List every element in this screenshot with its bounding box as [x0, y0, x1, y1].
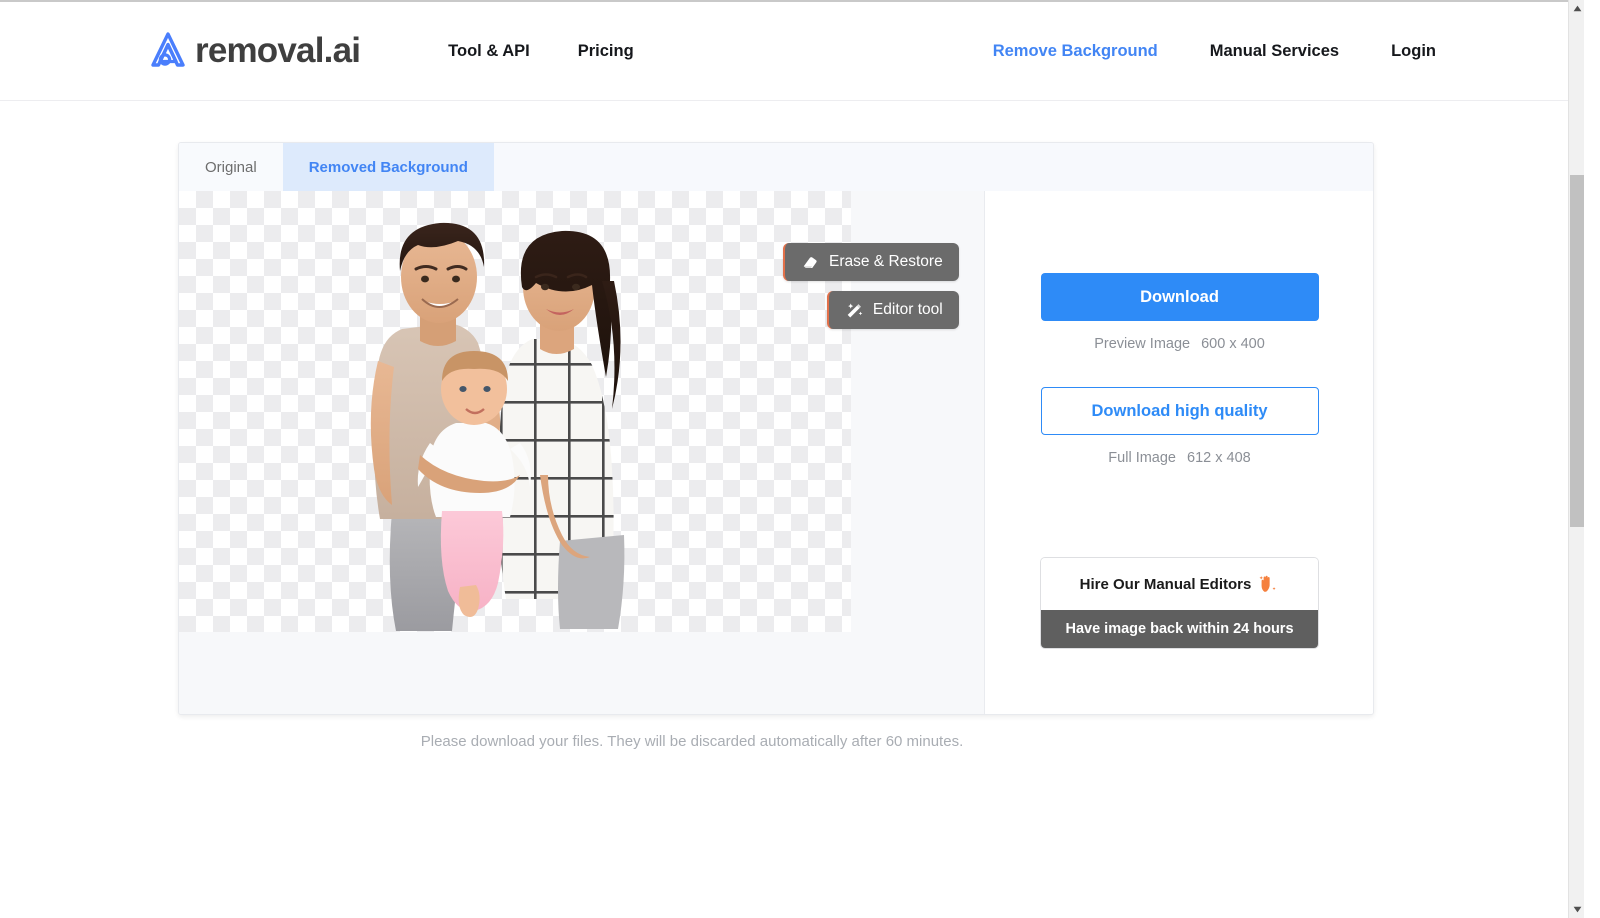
- secondary-nav: Remove Background Manual Services Login: [993, 42, 1436, 61]
- view-tabs: Original Removed Background: [179, 143, 1373, 191]
- download-panel: Download Preview Image 600 x 400 Downloa…: [985, 191, 1373, 714]
- editor-tool-label: Editor tool: [872, 301, 943, 318]
- preview-size-note: Preview Image 600 x 400: [1094, 336, 1265, 352]
- full-size-label: Full Image: [1108, 450, 1176, 466]
- nav-item-manual-services[interactable]: Manual Services: [1210, 42, 1339, 61]
- page-scrollbar[interactable]: [1568, 0, 1584, 918]
- site-header: removal.ai Tool & API Pricing Remove Bac…: [0, 2, 1584, 101]
- logo-wordmark: removal.ai: [195, 31, 361, 70]
- full-size-value: 612 x 408: [1187, 450, 1251, 466]
- preview-size-value: 600 x 400: [1201, 336, 1265, 352]
- family-photo-cutout: [370, 222, 625, 631]
- hire-card-header: Hire Our Manual Editors: [1041, 558, 1318, 610]
- retention-note: Please download your files. They will be…: [420, 733, 964, 750]
- erase-restore-button[interactable]: Erase & Restore: [783, 243, 959, 281]
- primary-nav: Tool & API Pricing: [448, 42, 634, 61]
- scroll-up-arrow-icon[interactable]: [1569, 0, 1584, 17]
- image-canvas[interactable]: Erase & Restore Editor tool: [179, 191, 984, 714]
- hire-manual-editors-card[interactable]: Hire Our Manual Editors Have image back …: [1040, 557, 1319, 649]
- hire-subtitle: Have image back within 24 hours: [1041, 610, 1318, 648]
- result-image: [179, 191, 851, 632]
- nav-item-tool-api[interactable]: Tool & API: [448, 42, 530, 61]
- editor-tool-button[interactable]: Editor tool: [826, 291, 959, 329]
- hire-title: Hire Our Manual Editors: [1079, 575, 1252, 593]
- tab-removed-background[interactable]: Removed Background: [282, 143, 494, 191]
- download-high-quality-button[interactable]: Download high quality: [1040, 387, 1319, 435]
- eraser-icon: [803, 256, 817, 268]
- nav-item-login[interactable]: Login: [1391, 42, 1436, 61]
- browser-viewport: removal.ai Tool & API Pricing Remove Bac…: [0, 0, 1584, 918]
- nav-item-pricing[interactable]: Pricing: [578, 42, 634, 61]
- nav-item-remove-background[interactable]: Remove Background: [993, 42, 1158, 61]
- magic-wand-icon: [847, 303, 863, 317]
- raised-hand-sparkle-icon: [1259, 575, 1276, 592]
- scrollbar-thumb[interactable]: [1570, 175, 1584, 527]
- full-size-note: Full Image 612 x 408: [1108, 450, 1250, 466]
- erase-restore-label: Erase & Restore: [829, 253, 943, 270]
- scroll-down-arrow-icon[interactable]: [1569, 901, 1584, 918]
- tab-original[interactable]: Original: [179, 143, 283, 191]
- site-logo[interactable]: removal.ai: [145, 28, 361, 74]
- editor-card: Original Removed Background Erase & Rest…: [178, 142, 1374, 715]
- canvas-tool-buttons: Erase & Restore Editor tool: [783, 243, 959, 329]
- download-button[interactable]: Download: [1040, 273, 1319, 321]
- removal-ai-logo-icon: [151, 32, 185, 67]
- preview-size-label: Preview Image: [1094, 336, 1191, 352]
